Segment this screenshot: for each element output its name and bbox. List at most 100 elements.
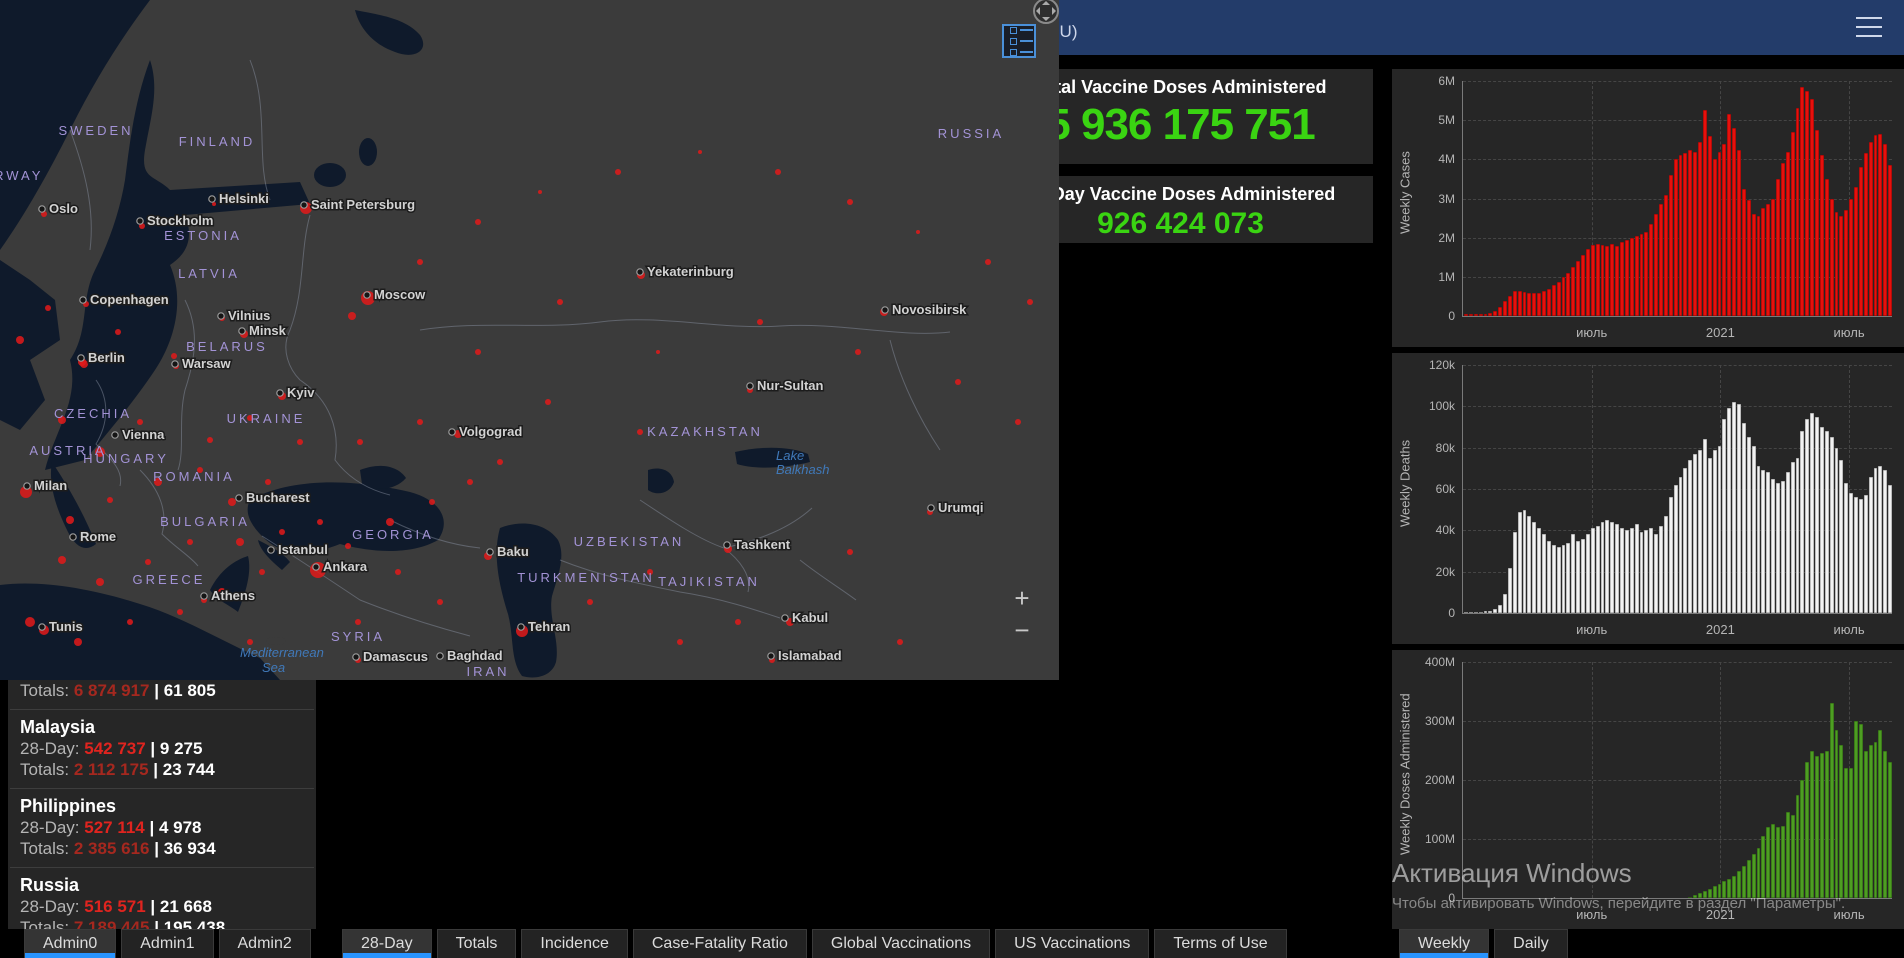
menu-icon[interactable]: [1856, 17, 1882, 37]
outbreak-dot[interactable]: [417, 259, 423, 265]
outbreak-dot[interactable]: [545, 399, 551, 405]
country-row-philippines[interactable]: Philippines 28-Day: 527 114 | 4 978 Totals…: [10, 788, 314, 867]
map-city-label: Vienna: [122, 427, 165, 442]
outbreak-dot[interactable]: [207, 437, 213, 443]
tab-incidence[interactable]: Incidence: [521, 929, 628, 958]
bar: [1483, 611, 1488, 613]
outbreak-dot[interactable]: [145, 559, 151, 565]
bar: [1659, 526, 1663, 613]
outbreak-dot[interactable]: [265, 479, 271, 485]
outbreak-dot[interactable]: [96, 578, 104, 586]
outbreak-dot[interactable]: [475, 349, 481, 355]
outbreak-dot[interactable]: [677, 639, 683, 645]
outbreak-dot[interactable]: [107, 497, 113, 503]
outbreak-dot[interactable]: [437, 599, 443, 605]
outbreak-dot[interactable]: [16, 336, 24, 344]
world-map[interactable]: SWEDEN FINLAND RUSSIA NORWAY ESTONIA LATVIA BE…: [0, 0, 1904, 958]
outbreak-dot[interactable]: [115, 329, 121, 335]
bar: [1688, 460, 1693, 613]
outbreak-dot[interactable]: [317, 519, 323, 525]
outbreak-dot[interactable]: [58, 556, 66, 564]
outbreak-dot[interactable]: [259, 569, 265, 575]
x-tick-label: 2021: [1705, 907, 1735, 922]
outbreak-dot[interactable]: [1015, 419, 1021, 425]
map-city-label: Helsinki: [219, 191, 269, 206]
outbreak-dot[interactable]: [25, 617, 35, 627]
tab-us-vaccinations[interactable]: US Vaccinations: [995, 929, 1150, 958]
map-city-label: Islamabad: [778, 648, 842, 663]
country-row-russia[interactable]: Russia 28-Day: 516 571 | 21 668 Totals: 7 …: [10, 867, 314, 929]
outbreak-dot[interactable]: [395, 569, 401, 575]
tab-terms-of-use[interactable]: Terms of Use: [1154, 929, 1287, 958]
outbreak-dot[interactable]: [497, 459, 503, 465]
outbreak-dot[interactable]: [985, 259, 991, 265]
outbreak-dot[interactable]: [855, 349, 861, 355]
outbreak-dot[interactable]: [386, 518, 394, 526]
outbreak-dot[interactable]: [66, 516, 74, 524]
outbreak-dot[interactable]: [345, 543, 351, 549]
tab-totals[interactable]: Totals: [436, 929, 517, 958]
outbreak-dot[interactable]: [45, 305, 51, 311]
outbreak-dot[interactable]: [735, 619, 741, 625]
outbreak-dot[interactable]: [137, 419, 143, 425]
outbreak-dot[interactable]: [698, 150, 702, 154]
tab-weekly[interactable]: Weekly: [1399, 929, 1490, 958]
bar: [1844, 210, 1849, 316]
outbreak-dot[interactable]: [348, 312, 356, 320]
outbreak-dot[interactable]: [538, 190, 542, 194]
zoom-out-button[interactable]: −: [1008, 617, 1036, 645]
map-city-label: Volgograd: [459, 424, 522, 439]
outbreak-dot[interactable]: [847, 199, 853, 205]
bar: [1863, 495, 1868, 613]
outbreak-dot[interactable]: [557, 299, 563, 305]
bar: [1717, 445, 1722, 613]
outbreak-dot[interactable]: [1027, 299, 1033, 305]
outbreak-dot[interactable]: [847, 549, 853, 555]
tab-daily[interactable]: Daily: [1494, 929, 1568, 958]
outbreak-dot[interactable]: [236, 538, 244, 546]
bar: [1810, 750, 1814, 898]
outbreak-dot[interactable]: [475, 219, 481, 225]
layer-list-icon[interactable]: [1002, 24, 1036, 58]
outbreak-dot[interactable]: [187, 539, 193, 545]
outbreak-dot[interactable]: [897, 639, 903, 645]
outbreak-dot[interactable]: [417, 419, 423, 425]
outbreak-dot[interactable]: [228, 498, 236, 506]
tab-case-fatality-ratio[interactable]: Case-Fatality Ratio: [632, 929, 807, 958]
bar: [1527, 292, 1532, 316]
bar: [1566, 272, 1571, 316]
tab-admin1[interactable]: Admin1: [121, 929, 214, 958]
outbreak-dot[interactable]: [279, 529, 285, 535]
map-city-label: Rome: [80, 529, 116, 544]
outbreak-dot[interactable]: [177, 609, 183, 615]
outbreak-dot[interactable]: [355, 619, 361, 625]
outbreak-dot[interactable]: [74, 638, 82, 646]
tab-admin0[interactable]: Admin0: [24, 929, 117, 958]
tab-global-vaccinations[interactable]: Global Vaccinations: [811, 929, 991, 958]
bar: [1746, 200, 1751, 316]
zoom-in-button[interactable]: +: [1008, 585, 1036, 613]
map-country-label: SWEDEN: [58, 123, 133, 138]
outbreak-dot[interactable]: [127, 619, 133, 625]
tab-28-day[interactable]: 28-Day: [342, 929, 432, 958]
outbreak-dot[interactable]: [757, 319, 763, 325]
city-marker: [363, 291, 371, 299]
outbreak-dot[interactable]: [429, 499, 435, 505]
map-city-label: Tashkent: [734, 537, 791, 552]
outbreak-dot[interactable]: [615, 169, 621, 175]
outbreak-dot[interactable]: [955, 379, 961, 385]
weekly-deaths-chart: Weekly Deaths 120k 100k 80k 60k 40k 20k 0 июль 20…: [1392, 353, 1904, 644]
tab-admin2[interactable]: Admin2: [218, 929, 311, 958]
outbreak-dot[interactable]: [656, 350, 660, 354]
outbreak-dot[interactable]: [587, 599, 593, 605]
outbreak-dot[interactable]: [916, 230, 920, 234]
city-marker: [217, 312, 225, 320]
outbreak-dot[interactable]: [171, 353, 177, 359]
outbreak-dot[interactable]: [357, 439, 363, 445]
city-marker: [436, 652, 444, 660]
outbreak-dot[interactable]: [297, 439, 303, 445]
country-row-malaysia[interactable]: Malaysia 28-Day: 542 737 | 9 275 Totals: 2…: [10, 709, 314, 788]
outbreak-dot[interactable]: [775, 169, 781, 175]
outbreak-dot[interactable]: [467, 479, 473, 485]
outbreak-dot[interactable]: [637, 429, 643, 435]
